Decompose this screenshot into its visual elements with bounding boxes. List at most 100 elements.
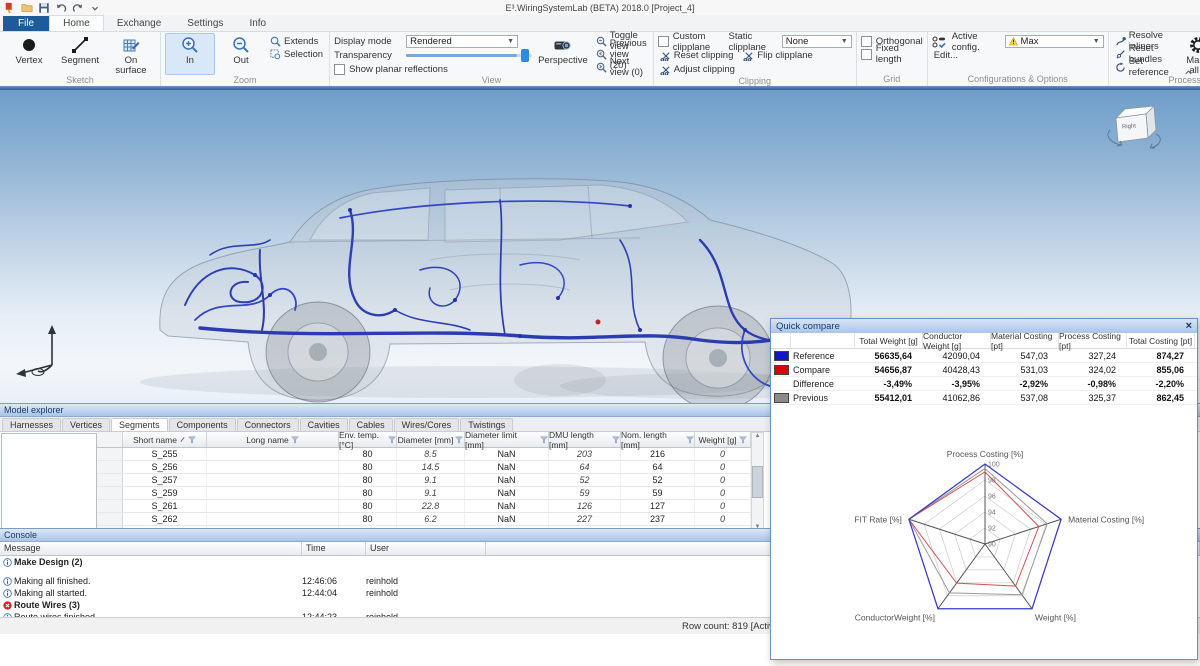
- column-header-dmu-length-mm[interactable]: DMU length [mm]: [549, 432, 621, 447]
- row-selector[interactable]: [97, 474, 123, 486]
- scroll-up-icon[interactable]: ▲: [755, 433, 761, 439]
- console-time: 12:44:04: [302, 588, 366, 598]
- column-header-weight-g[interactable]: Weight [g]: [695, 432, 751, 447]
- qc-value: 855,06: [1127, 365, 1195, 375]
- button-adjust-clipping[interactable]: Adjust clipping: [658, 64, 737, 76]
- table-scrollbar[interactable]: ▲▼: [751, 432, 764, 531]
- toolbar-more-icon[interactable]: [89, 2, 101, 14]
- tab-wires-cores[interactable]: Wires/Cores: [394, 418, 460, 431]
- column-header-long-name[interactable]: Long name: [207, 432, 339, 447]
- cell-dmu-length-mm: 64: [549, 461, 621, 473]
- scroll-thumb[interactable]: [752, 466, 763, 498]
- close-icon[interactable]: ×: [1186, 320, 1192, 332]
- qc-row-compare: Compare54656,8740428,43531,03324,02855,0…: [771, 363, 1197, 377]
- cell-diameter-limit-mm: NaN: [465, 513, 549, 525]
- column-header-short-name[interactable]: Short name: [123, 432, 207, 447]
- app-icon[interactable]: [4, 2, 16, 14]
- button-set-reference[interactable]: Set reference: [1113, 61, 1171, 73]
- cell-diameter-limit-mm: NaN: [465, 500, 549, 512]
- button-perspective[interactable]: Perspective: [534, 33, 592, 75]
- ribbon-tab-home[interactable]: Home: [49, 15, 104, 31]
- button-reset-clipping[interactable]: Reset clipping: [658, 50, 736, 62]
- group-label-view: View: [334, 75, 649, 86]
- resolve-inliners-icon: [1115, 36, 1126, 47]
- view-cube[interactable]: Right: [1098, 100, 1170, 158]
- console-message: Make Design (2): [14, 557, 302, 567]
- table-row[interactable]: S_257809.1NaN52520: [97, 474, 751, 487]
- button-vertex[interactable]: Vertex: [4, 33, 54, 75]
- column-header-env-temp-c[interactable]: Env. temp. [°C]: [339, 432, 397, 447]
- funnel-icon[interactable]: [291, 436, 299, 444]
- row-selector[interactable]: [97, 500, 123, 512]
- row-selector[interactable]: [97, 487, 123, 499]
- redo-icon[interactable]: [72, 2, 84, 14]
- tab-vertices[interactable]: Vertices: [62, 418, 110, 431]
- row-selector[interactable]: [97, 448, 123, 460]
- transparency-slider[interactable]: [406, 54, 532, 57]
- button-out[interactable]: Out: [216, 33, 266, 75]
- row-selector[interactable]: [97, 461, 123, 473]
- ribbon-group-grid: OrthogonalFixed lengthGrid: [857, 32, 928, 86]
- open-icon[interactable]: [21, 2, 33, 14]
- undo-icon[interactable]: [55, 2, 67, 14]
- button-next-view-0[interactable]: Next view (0): [594, 61, 649, 73]
- svg-text:98: 98: [988, 478, 996, 485]
- save-icon[interactable]: [38, 2, 50, 14]
- table-row[interactable]: S_2568014.5NaN64640: [97, 461, 751, 474]
- ribbon-tab-exchange[interactable]: Exchange: [104, 16, 174, 31]
- column-header-diameter-limit-mm[interactable]: Diameter limit [mm]: [465, 432, 549, 447]
- qc-row-reference: Reference56635,6442090,04547,03327,24874…: [771, 349, 1197, 363]
- table-row[interactable]: S_262806.2NaN2272370: [97, 513, 751, 526]
- svg-text:100: 100: [988, 462, 1000, 469]
- quick-compare-title: Quick compare: [776, 321, 840, 332]
- tab-segments[interactable]: Segments: [111, 418, 168, 431]
- funnel-icon[interactable]: [388, 436, 396, 444]
- console-column-time[interactable]: Time: [302, 542, 366, 555]
- tab-harnesses[interactable]: Harnesses: [2, 418, 61, 431]
- button-in[interactable]: In: [165, 33, 215, 75]
- cell-env-temp-c: 80: [339, 461, 397, 473]
- funnel-icon[interactable]: [612, 436, 620, 444]
- table-row[interactable]: S_2618022.8NaN1261270: [97, 500, 751, 513]
- config-toggle-icon[interactable]: [932, 35, 946, 49]
- button-segment[interactable]: Segment: [55, 33, 105, 75]
- ribbon-tab-settings[interactable]: Settings: [174, 16, 236, 31]
- checkbox-label: Fixed length: [876, 43, 923, 65]
- checkbox-show-planar-reflections[interactable]: Show planar reflections: [334, 63, 532, 75]
- funnel-icon[interactable]: [188, 436, 196, 444]
- dropdown-rendered[interactable]: Rendered▼: [406, 35, 518, 48]
- color-swatch: [774, 393, 789, 403]
- tab-components[interactable]: Components: [169, 418, 236, 431]
- checkbox-box: [334, 64, 345, 75]
- column-header-diameter-mm[interactable]: Diameter [mm]: [397, 432, 465, 447]
- button-edit[interactable]: Edit...: [932, 50, 960, 62]
- segments-table: Short nameLong nameEnv. temp. [°C]Diamet…: [97, 432, 751, 539]
- tab-connectors[interactable]: Connectors: [237, 418, 299, 431]
- ribbon-tab-file[interactable]: File: [3, 16, 49, 31]
- button-flip-clipplane[interactable]: Flip clipplane: [741, 50, 814, 62]
- checkbox-custom-clipplane[interactable]: Custom clipplane: [658, 36, 723, 48]
- button-on-surface[interactable]: On surface: [106, 33, 156, 75]
- toggle-view-icon: [596, 36, 607, 47]
- checkbox-fixed-length[interactable]: Fixed length: [861, 48, 923, 60]
- model-explorer-tree[interactable]: [1, 433, 97, 530]
- quick-compare-window[interactable]: Quick compare × Total Weight [g]Conducto…: [770, 318, 1198, 660]
- console-column-message[interactable]: Message: [0, 542, 302, 555]
- ribbon-tab-info[interactable]: Info: [236, 16, 279, 31]
- funnel-icon[interactable]: [686, 436, 694, 444]
- funnel-icon[interactable]: [540, 436, 548, 444]
- column-header-nom-length-mm[interactable]: Nom. length [mm]: [621, 432, 695, 447]
- button-selection[interactable]: Selection: [268, 48, 325, 60]
- table-row[interactable]: S_259809.1NaN59590: [97, 487, 751, 500]
- qc-value: 55412,01: [855, 393, 923, 403]
- dropdown-max[interactable]: Max▼: [1005, 35, 1104, 48]
- console-column-user[interactable]: User: [366, 542, 486, 555]
- dropdown-none[interactable]: None▼: [782, 35, 852, 48]
- slider-handle[interactable]: [521, 49, 529, 62]
- ribbon-collapse-button[interactable]: [1183, 65, 1194, 83]
- button-extends[interactable]: Extends: [268, 35, 325, 47]
- funnel-icon[interactable]: [739, 436, 747, 444]
- funnel-icon[interactable]: [455, 436, 463, 444]
- row-selector[interactable]: [97, 513, 123, 525]
- table-row[interactable]: S_255808.5NaN2032160: [97, 448, 751, 461]
